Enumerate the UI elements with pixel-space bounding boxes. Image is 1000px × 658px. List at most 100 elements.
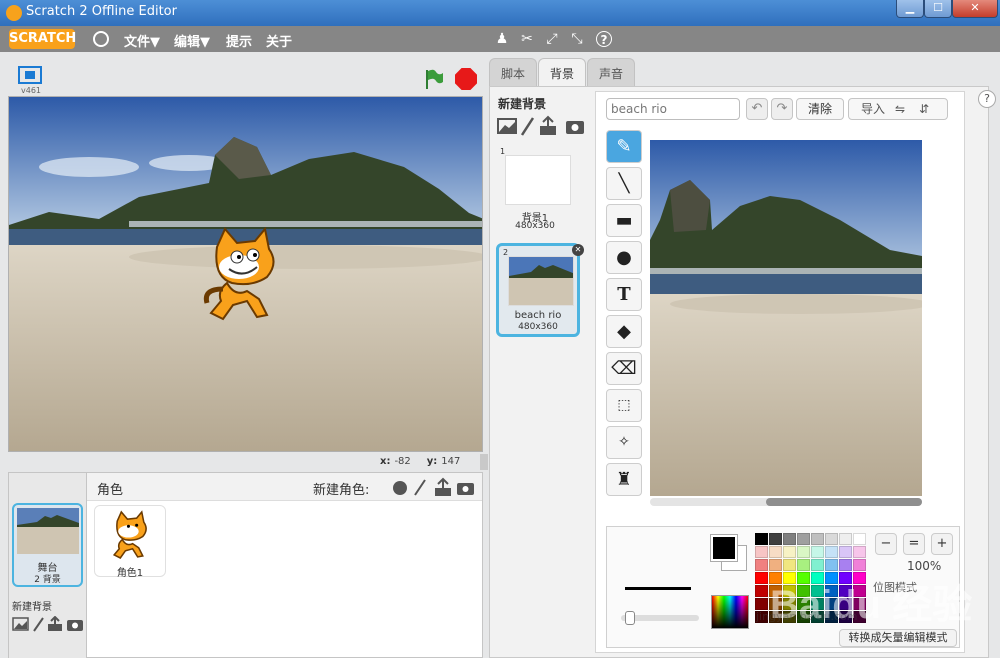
- ellipse-tool-icon[interactable]: ●: [606, 241, 642, 274]
- color-swatch[interactable]: [783, 546, 796, 558]
- upload-backdrop-icon[interactable]: [540, 115, 556, 135]
- minimize-button[interactable]: ▁: [896, 0, 924, 18]
- stamp-tool-icon[interactable]: ♜: [606, 463, 642, 496]
- color-swatch[interactable]: [839, 533, 852, 545]
- import-button[interactable]: 导入 ⇋ ⇵: [848, 98, 948, 120]
- color-swatch[interactable]: [797, 546, 810, 558]
- block-help-icon[interactable]: ?: [596, 31, 612, 47]
- backdrop-library-icon[interactable]: [497, 118, 517, 134]
- menu-file[interactable]: 文件▼: [124, 31, 160, 50]
- camera-icon[interactable]: [67, 620, 83, 631]
- camera-backdrop-icon[interactable]: [566, 121, 584, 134]
- remove-background-icon[interactable]: ✧: [606, 426, 642, 459]
- grow-icon[interactable]: ⤢: [544, 31, 560, 47]
- color-swatch[interactable]: [769, 559, 782, 571]
- color-swatch[interactable]: [811, 559, 824, 571]
- shrink-icon[interactable]: ⤡: [569, 31, 585, 47]
- scratch-logo[interactable]: SCRATCH: [9, 29, 76, 49]
- color-swatch[interactable]: [755, 533, 768, 545]
- fill-bucket-icon[interactable]: ◆: [606, 315, 642, 348]
- color-swatch[interactable]: [755, 572, 768, 584]
- language-globe-icon[interactable]: [93, 31, 109, 47]
- zoom-in-icon[interactable]: +: [931, 533, 953, 555]
- select-tool-icon[interactable]: ⬚: [606, 389, 642, 422]
- upload-file-icon[interactable]: [48, 615, 62, 631]
- backdrop-item-2[interactable]: 2 ✕ beach rio 480x360: [496, 243, 584, 337]
- color-swatch[interactable]: [825, 533, 838, 545]
- color-swatch[interactable]: [839, 559, 852, 571]
- stop-sign-icon[interactable]: [455, 68, 477, 90]
- camera-sprite-icon[interactable]: [457, 483, 474, 495]
- canvas-horizontal-scrollbar[interactable]: [650, 498, 922, 506]
- zoom-reset-icon[interactable]: =: [903, 533, 925, 555]
- color-swatch[interactable]: [797, 533, 810, 545]
- slider-knob[interactable]: [625, 611, 635, 625]
- flip-vertical-icon[interactable]: ⇵: [919, 99, 929, 119]
- color-swatch[interactable]: [811, 533, 824, 545]
- color-swatch[interactable]: [769, 533, 782, 545]
- color-swatch[interactable]: [811, 546, 824, 558]
- menu-about[interactable]: 关于: [266, 31, 292, 50]
- duplicate-stamp-icon[interactable]: ♟: [494, 31, 510, 47]
- paint-backdrop-icon[interactable]: [520, 117, 535, 136]
- paint-new-brush-icon[interactable]: [33, 617, 44, 632]
- flip-horizontal-icon[interactable]: ⇋: [895, 99, 905, 119]
- menu-edit[interactable]: 编辑▼: [174, 31, 210, 50]
- text-tool-icon[interactable]: T: [606, 278, 642, 311]
- collapse-stage-handle[interactable]: [480, 454, 488, 470]
- undo-icon[interactable]: ↶: [746, 98, 768, 120]
- presentation-mode-icon[interactable]: [18, 66, 42, 84]
- choose-sprite-library-icon[interactable]: [393, 481, 407, 495]
- color-swatch[interactable]: [769, 546, 782, 558]
- color-swatch[interactable]: [755, 546, 768, 558]
- upload-sprite-icon[interactable]: [435, 477, 451, 496]
- backdrop-list: 新建背景 1 背景1 480x360 2 ✕ beach rio 480x360: [490, 87, 588, 657]
- zoom-out-icon[interactable]: −: [875, 533, 897, 555]
- scratch-app-icon: [6, 5, 22, 21]
- delete-backdrop-icon[interactable]: ✕: [572, 244, 584, 256]
- backdrop-item-1[interactable]: 1 背景1 480x360: [496, 145, 580, 239]
- paint-new-sprite-icon[interactable]: [414, 479, 426, 496]
- color-swatch[interactable]: [853, 546, 866, 558]
- clear-button[interactable]: 清除: [796, 98, 844, 120]
- tab-sounds[interactable]: 声音: [587, 58, 636, 86]
- paint-canvas[interactable]: [650, 140, 922, 496]
- color-swatch[interactable]: [825, 559, 838, 571]
- color-swatch[interactable]: [853, 559, 866, 571]
- color-swatch[interactable]: [839, 546, 852, 558]
- color-swatch[interactable]: [755, 559, 768, 571]
- close-button[interactable]: ✕: [952, 0, 998, 18]
- eraser-tool-icon[interactable]: ⌫: [606, 352, 642, 385]
- delete-scissors-icon[interactable]: ✂: [519, 31, 535, 47]
- color-swatch[interactable]: [853, 533, 866, 545]
- menu-tips[interactable]: 提示: [226, 31, 252, 50]
- tab-backdrops[interactable]: 背景: [538, 58, 587, 86]
- stage-canvas[interactable]: [8, 96, 483, 452]
- color-swatch[interactable]: [783, 533, 796, 545]
- scrollbar-thumb[interactable]: [766, 498, 922, 506]
- color-swatch[interactable]: [755, 598, 768, 610]
- help-icon[interactable]: ?: [978, 90, 996, 108]
- color-swatch[interactable]: [755, 585, 768, 597]
- convert-to-vector-button[interactable]: 转换成矢量编辑模式: [839, 629, 957, 647]
- stage-mini-image: [17, 508, 79, 554]
- tab-scripts[interactable]: 脚本: [489, 58, 538, 86]
- brush-tool-icon[interactable]: ✎: [606, 130, 642, 163]
- scratch-cat-sprite[interactable]: [197, 227, 287, 325]
- color-swatch[interactable]: [825, 546, 838, 558]
- line-tool-icon[interactable]: ╲: [606, 167, 642, 200]
- maximize-button[interactable]: ☐: [924, 0, 952, 18]
- editor-tabs: 脚本 背景 声音: [489, 58, 989, 86]
- color-swatch[interactable]: [783, 559, 796, 571]
- backdrop-name-input[interactable]: [606, 98, 740, 120]
- sprite-tile[interactable]: 角色1: [94, 505, 166, 579]
- color-spectrum-picker[interactable]: [711, 595, 749, 629]
- rectangle-tool-icon[interactable]: ▬: [606, 204, 642, 237]
- green-flag-icon[interactable]: [424, 68, 444, 90]
- color-swatch[interactable]: [797, 559, 810, 571]
- line-width-slider[interactable]: [621, 611, 699, 625]
- primary-color-swatch[interactable]: [711, 535, 737, 561]
- stage-thumbnail[interactable]: 舞台 2 背景: [12, 503, 83, 587]
- paint-landscape-icon[interactable]: [12, 617, 29, 631]
- redo-icon[interactable]: ↷: [771, 98, 793, 120]
